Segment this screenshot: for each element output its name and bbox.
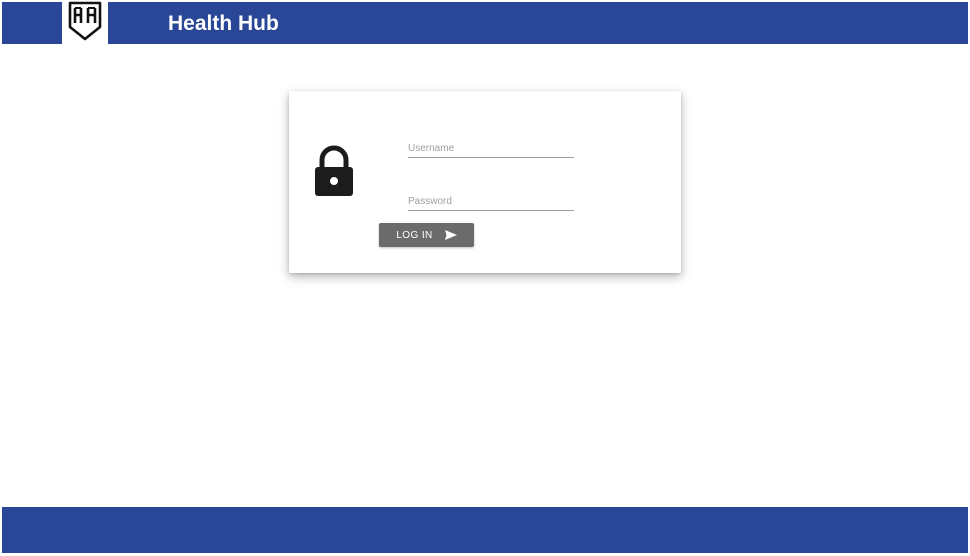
password-field-wrapper [408,184,574,211]
login-button[interactable]: LOG IN [379,223,474,247]
lock-icon [313,144,355,198]
top-app-bar: Health Hub [2,1,968,46]
shield-logo-icon [68,1,102,46]
app-title: Health Hub [168,12,279,35]
send-icon [444,230,457,240]
username-input[interactable] [408,143,574,154]
username-field-wrapper [408,131,574,158]
footer-bar [2,507,968,553]
password-input[interactable] [408,196,574,207]
page: Health Hub LOG IN [0,0,970,556]
login-card: LOG IN [289,91,681,273]
login-button-label: LOG IN [396,229,433,241]
logo [62,1,108,46]
